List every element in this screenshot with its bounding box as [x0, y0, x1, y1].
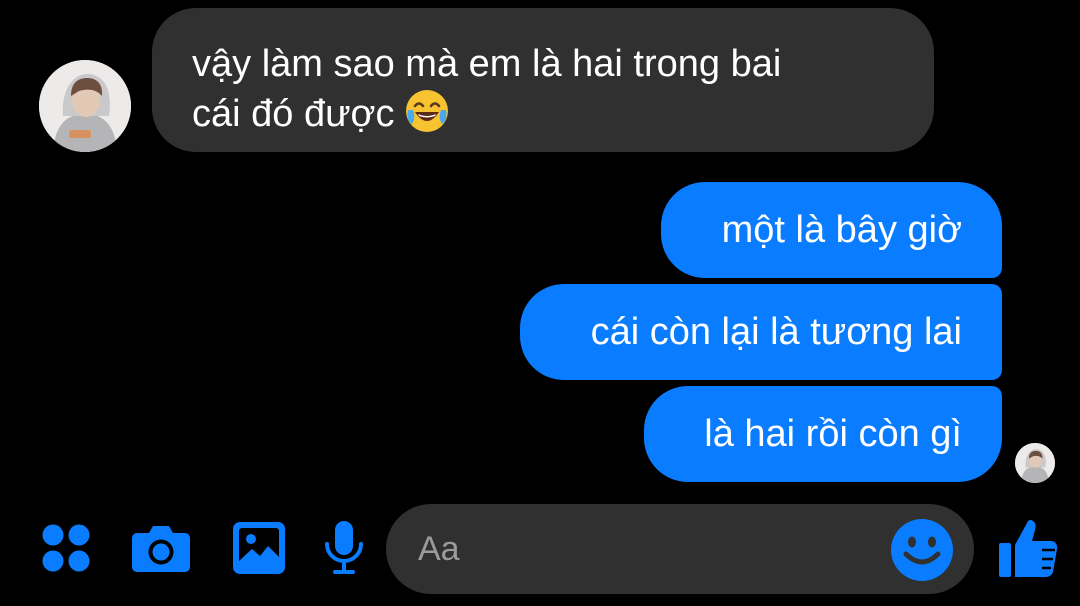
laughing-emoji-icon	[406, 90, 449, 132]
camera-button[interactable]	[128, 514, 194, 582]
message-input[interactable]	[386, 504, 876, 594]
camera-icon	[132, 526, 190, 572]
incoming-message-line-1: vậy làm sao mà em là hai trong bai	[192, 43, 782, 85]
thumbs-up-button[interactable]	[992, 514, 1064, 582]
gallery-button[interactable]	[228, 514, 290, 582]
microphone-icon	[325, 521, 363, 574]
avatar-image	[39, 60, 131, 152]
thumbs-up-icon	[999, 519, 1058, 577]
voice-message-button[interactable]	[322, 514, 366, 582]
gallery-icon	[233, 522, 285, 574]
contact-avatar[interactable]	[39, 60, 131, 152]
more-apps-button[interactable]	[36, 514, 96, 582]
emoji-icon[interactable]	[890, 518, 954, 582]
message-composer	[0, 500, 1080, 606]
outgoing-message-bubble-1[interactable]: một là bây giờ	[661, 182, 1002, 278]
chat-thread: vậy làm sao mà em là hai trong bai cái đ…	[0, 0, 1080, 606]
incoming-message-line-2: cái đó được	[192, 88, 894, 138]
message-input-container	[386, 504, 974, 594]
seen-receipt-avatar	[1015, 443, 1055, 483]
outgoing-message-bubble-2[interactable]: cái còn lại là tương lai	[520, 284, 1002, 380]
incoming-message-line-2-text: cái đó được	[192, 93, 395, 135]
more-apps-icon	[42, 524, 90, 572]
outgoing-message-bubble-3[interactable]: là hai rồi còn gì	[644, 386, 1002, 482]
incoming-message-bubble[interactable]: vậy làm sao mà em là hai trong bai cái đ…	[152, 8, 934, 152]
seen-avatar-image	[1015, 443, 1055, 483]
